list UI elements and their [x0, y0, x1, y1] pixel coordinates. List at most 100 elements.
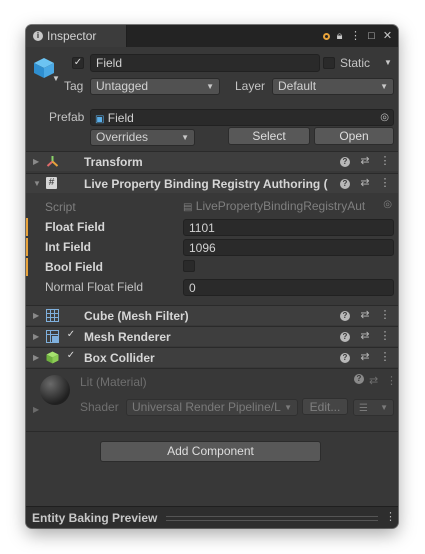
menu-icon[interactable]: ⋮	[385, 510, 396, 523]
preset-icon[interactable]: ⇄	[359, 330, 371, 343]
box-collider-icon	[46, 351, 59, 364]
menu-icon[interactable]: ⋮	[379, 155, 391, 168]
menu-icon[interactable]: ⋮	[379, 351, 391, 364]
add-component-button[interactable]: Add Component	[100, 441, 321, 462]
script-value: LivePropertyBindingRegistryAut	[195, 199, 366, 213]
component-box-collider[interactable]: ▶ ✓ Box Collider ? ⇄ ⋮	[26, 347, 398, 367]
script-field[interactable]: ▤ LivePropertyBindingRegistryAut ◎	[183, 199, 394, 216]
menu-icon[interactable]: ⋮	[349, 30, 362, 43]
override-indicator	[26, 258, 28, 276]
help-icon[interactable]: ?	[354, 374, 364, 384]
tab-label: Inspector	[47, 29, 97, 43]
select-button[interactable]: Select	[228, 127, 310, 145]
list-icon: ☰	[359, 403, 368, 414]
edit-shader-button[interactable]: Edit...	[302, 398, 348, 415]
preset-icon[interactable]: ⇄	[369, 374, 378, 387]
prefab-label: Prefab	[49, 110, 85, 124]
mesh-renderer-icon	[46, 330, 59, 343]
drag-handle[interactable]	[166, 516, 378, 521]
float-field-input[interactable]: 1101	[183, 219, 394, 236]
layer-value: Default	[278, 79, 317, 93]
component-transform[interactable]: ▶ Transform ? ⇄ ⋮	[26, 151, 398, 171]
foldout-down-icon[interactable]: ▼	[33, 179, 41, 188]
script-file-icon: ▤	[183, 202, 193, 213]
overrides-label: Overrides	[96, 130, 149, 144]
component-mesh-renderer[interactable]: ▶ ✓ Mesh Renderer ? ⇄ ⋮	[26, 326, 398, 346]
int-field-input[interactable]: 1096	[183, 239, 394, 256]
object-picker-icon[interactable]: ◎	[383, 199, 392, 210]
object-picker-icon[interactable]: ◎	[380, 110, 389, 125]
object-name-field[interactable]: Field	[90, 54, 320, 72]
preset-icon[interactable]: ⇄	[359, 309, 371, 322]
tag-dropdown[interactable]: Untagged ▼	[90, 78, 220, 95]
tag-value: Untagged	[96, 79, 149, 93]
material-name: Lit (Material)	[80, 375, 147, 389]
static-dropdown-arrow[interactable]: ▼	[384, 58, 392, 67]
foldout-right-icon[interactable]: ▶	[33, 157, 39, 166]
foldout-right-icon[interactable]: ▶	[33, 405, 39, 414]
divider	[26, 431, 398, 432]
material-section: ▶ Lit (Material) ? ⇄ ⋮ Shader Universal …	[26, 368, 398, 431]
foldout-right-icon[interactable]: ▶	[33, 353, 39, 362]
preset-icon[interactable]: ⇄	[359, 155, 371, 168]
material-sphere-icon	[40, 375, 70, 405]
bottom-title: Entity Baking Preview	[32, 511, 158, 525]
info-icon: i	[33, 31, 43, 41]
chevron-down-icon: ▼	[181, 133, 189, 142]
component-name: Transform	[84, 155, 143, 169]
bool-field-checkbox[interactable]	[183, 260, 195, 272]
static-label: Static	[340, 56, 371, 70]
icon-dropdown-arrow[interactable]: ▼	[52, 74, 60, 83]
menu-icon[interactable]: ⋮	[379, 177, 391, 190]
open-button[interactable]: Open	[314, 127, 394, 145]
help-icon[interactable]: ?	[340, 157, 350, 167]
script-icon: #	[46, 177, 57, 189]
bool-field-label: Bool Field	[45, 260, 103, 274]
inspector-tab[interactable]: i Inspector	[26, 25, 127, 47]
override-indicator	[26, 218, 28, 236]
enabled-checkbox[interactable]: ✓	[65, 330, 77, 342]
tag-label: Tag	[64, 79, 84, 93]
foldout-right-icon[interactable]: ▶	[33, 311, 39, 320]
layer-dropdown[interactable]: Default ▼	[272, 78, 394, 95]
normal-float-label: Normal Float Field	[45, 280, 144, 294]
prefab-icon: ▣	[95, 114, 105, 125]
preset-icon[interactable]: ⇄	[359, 177, 371, 190]
help-icon[interactable]: ?	[340, 332, 350, 342]
mesh-filter-icon	[46, 309, 59, 322]
chevron-down-icon: ▼	[380, 82, 388, 91]
prefab-field[interactable]: ▣ Field ◎	[90, 109, 394, 126]
help-icon[interactable]: ?	[340, 179, 350, 189]
transform-icon	[46, 155, 59, 168]
prefab-value: Field	[107, 111, 134, 125]
menu-icon[interactable]: ⋮	[379, 309, 391, 322]
maximize-icon[interactable]: □	[365, 30, 378, 43]
shader-dropdown[interactable]: Universal Render Pipeline/L ▼	[126, 399, 298, 416]
chevron-down-icon: ▼	[206, 82, 214, 91]
int-field-label: Int Field	[45, 240, 91, 254]
shader-options-dropdown[interactable]: ☰ ▼	[353, 399, 394, 416]
help-icon[interactable]: ?	[340, 311, 350, 321]
menu-icon[interactable]: ⋮	[386, 374, 397, 387]
menu-icon[interactable]: ⋮	[379, 330, 391, 343]
help-icon[interactable]: ?	[340, 353, 350, 363]
overrides-dropdown[interactable]: Overrides ▼	[90, 129, 195, 146]
chevron-down-icon: ▼	[380, 403, 388, 412]
preset-icon[interactable]: ⇄	[359, 351, 371, 364]
static-checkbox[interactable]	[323, 57, 335, 69]
normal-float-input[interactable]: 0	[183, 279, 394, 296]
shader-label: Shader	[80, 400, 119, 414]
active-checkbox[interactable]: ✓	[72, 57, 84, 69]
status-dot-icon	[323, 32, 330, 40]
foldout-right-icon[interactable]: ▶	[33, 332, 39, 341]
component-registry[interactable]: ▼ # Live Property Binding Registry Autho…	[26, 173, 398, 193]
lock-icon[interactable]: 🔒︎	[333, 30, 346, 43]
shader-value: Universal Render Pipeline/L	[132, 400, 281, 414]
chevron-down-icon: ▼	[284, 403, 292, 412]
component-mesh-filter[interactable]: ▶ Cube (Mesh Filter) ? ⇄ ⋮	[26, 305, 398, 325]
component-name: Mesh Renderer	[84, 330, 171, 344]
close-icon[interactable]: ✕	[381, 30, 394, 43]
entity-baking-preview-bar[interactable]: Entity Baking Preview ⋮	[26, 506, 398, 528]
component-name: Box Collider	[84, 351, 155, 365]
enabled-checkbox[interactable]: ✓	[65, 351, 77, 363]
